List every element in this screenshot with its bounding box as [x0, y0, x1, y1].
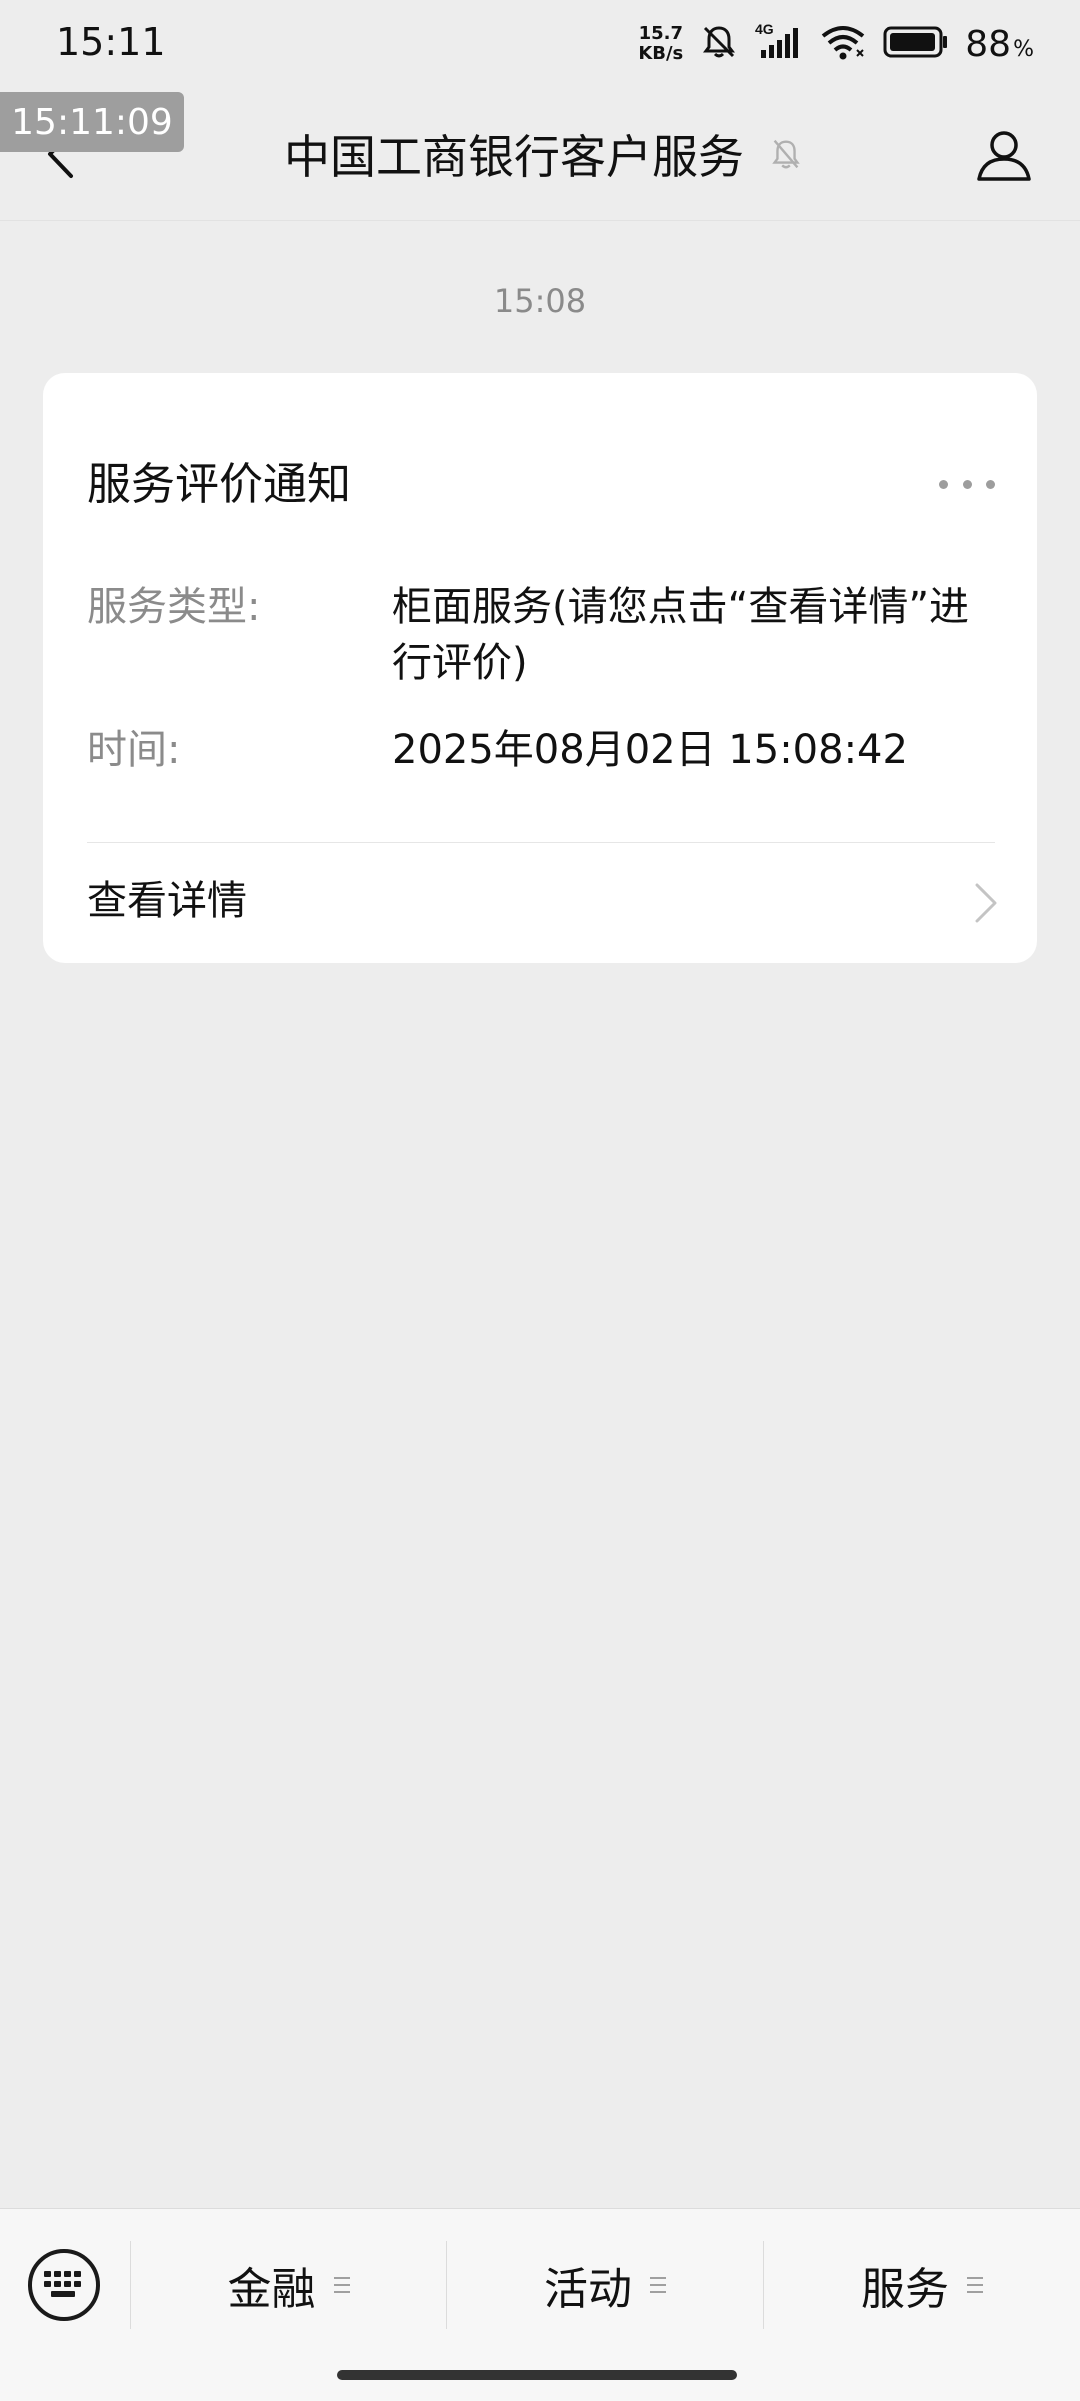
- menu-item-activities[interactable]: 活动: [447, 2237, 763, 2333]
- menu-item-label: 服务: [861, 2264, 949, 2315]
- status-time: 15:11: [56, 20, 166, 64]
- menu-list-icon: [333, 2277, 350, 2293]
- service-evaluation-card: 服务评价通知 服务类型: 柜面服务(请您点击“查看详情”进行评价) 时间: 20…: [43, 373, 1037, 963]
- more-dot-icon: [939, 479, 948, 489]
- network-speed-unit: KB/s: [638, 43, 684, 64]
- battery-unit: %: [1013, 36, 1034, 62]
- time-label: 时间:: [87, 727, 181, 773]
- menu-list-icon: [967, 2277, 983, 2293]
- network-speed: 15.7 KB/s: [638, 24, 683, 64]
- battery-icon: [883, 24, 949, 64]
- profile-button[interactable]: [974, 124, 1034, 184]
- more-dot-icon: [986, 479, 995, 489]
- home-indicator[interactable]: [337, 2370, 737, 2380]
- overlay-timestamp: 15:11:09: [0, 92, 184, 152]
- chevron-right-icon: [975, 883, 997, 923]
- time-value: 2025年08月02日 15:08:42: [392, 727, 908, 773]
- more-options-button[interactable]: [939, 469, 995, 499]
- cellular-signal-icon: 4G: [755, 21, 803, 66]
- menu-item-label: 金融: [227, 2264, 316, 2315]
- battery-value: 88: [965, 23, 1012, 65]
- battery-percentage: 88%: [965, 24, 1034, 65]
- card-title: 服务评价通知: [87, 459, 351, 510]
- bell-off-icon: [699, 22, 739, 66]
- menu-item-finance[interactable]: 金融: [131, 2237, 446, 2333]
- user-profile-icon: [977, 131, 1031, 181]
- menu-item-services[interactable]: 服务: [764, 2237, 1080, 2333]
- network-speed-value: 15.7: [638, 23, 683, 44]
- keyboard-toggle-button[interactable]: [28, 2249, 100, 2321]
- service-type-label: 服务类型:: [87, 584, 261, 630]
- service-type-value: 柜面服务(请您点击“查看详情”进行评价): [392, 584, 970, 686]
- wifi-icon: [819, 22, 867, 66]
- view-details-label: 查看详情: [87, 878, 247, 924]
- keyboard-icon: [44, 2271, 81, 2297]
- menu-item-label: 活动: [544, 2264, 632, 2315]
- page-title: 中国工商银行客户服务: [284, 130, 744, 184]
- status-icons: 15.7 KB/s 4G 88 %: [638, 18, 1034, 70]
- view-details-link[interactable]: 查看详情: [43, 843, 1037, 963]
- menu-list-icon: [650, 2277, 666, 2293]
- bell-muted-icon: [766, 134, 806, 174]
- network-type-text: 4G: [755, 22, 774, 37]
- status-bar: 15:11 15.7 KB/s 4G 88 %: [0, 0, 1080, 88]
- more-dot-icon: [962, 479, 972, 489]
- message-timestamp: 15:08: [493, 282, 587, 320]
